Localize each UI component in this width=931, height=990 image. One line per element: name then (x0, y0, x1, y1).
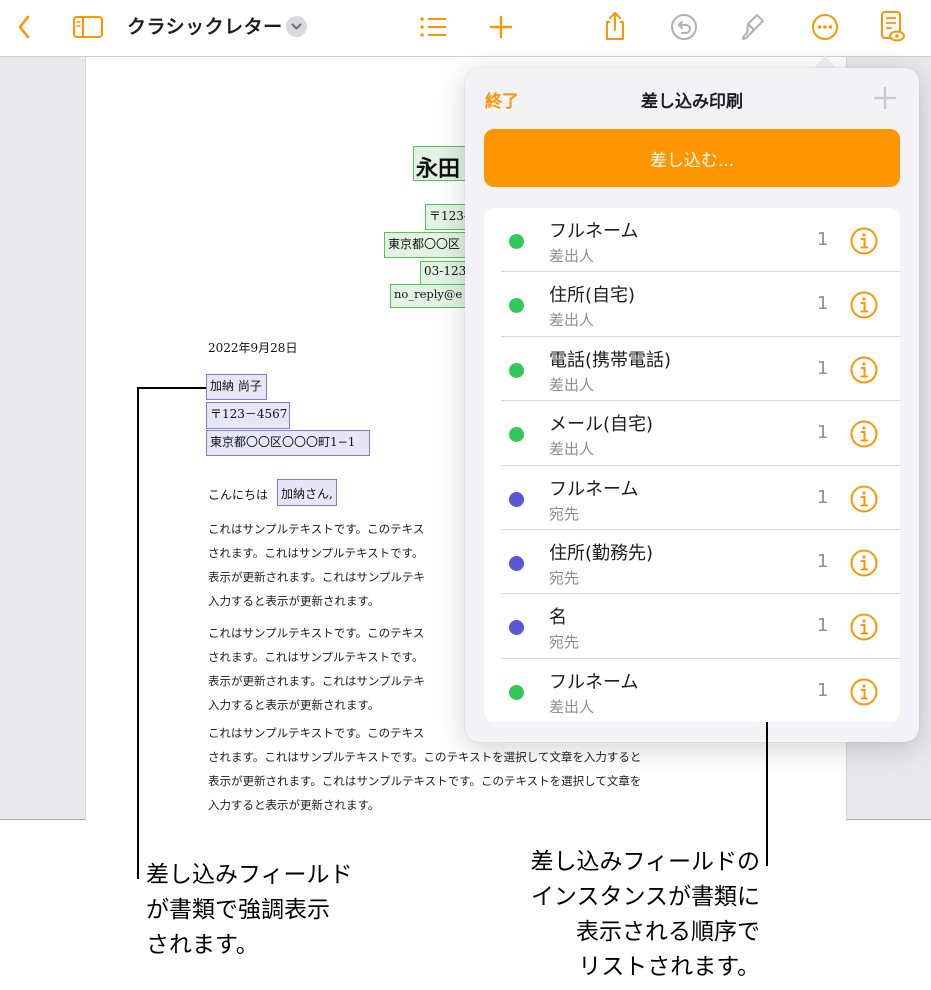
back-button[interactable] (10, 12, 38, 42)
field-count: 1 (817, 422, 829, 444)
sender-dot-icon (509, 234, 524, 249)
share-button[interactable] (600, 8, 630, 44)
field-label: 住所(勤務先) (549, 543, 654, 564)
merge-field-list: フルネーム 差出人 1 住所(自宅) 差出人 1 電話(携帯電話) 差出人 1 … (484, 208, 900, 722)
list-item[interactable]: フルネーム 差出人 1 (484, 208, 900, 273)
recipient-dot-icon (509, 556, 524, 571)
sender-dot-icon (509, 298, 524, 314)
field-source: 差出人 (549, 440, 595, 459)
greeting-text: こんにちは (208, 488, 269, 502)
add-button[interactable] (486, 12, 516, 42)
field-label: 名 (549, 607, 567, 629)
merge-field-recipient-name[interactable]: 加納 尚子 (206, 374, 267, 400)
field-source: 宛先 (549, 569, 580, 587)
merge-field-first-name[interactable]: 加納さん, (277, 479, 337, 506)
field-label: フルネーム (549, 478, 639, 500)
sidebar-button[interactable] (70, 12, 106, 42)
merge-field-sender-postal[interactable]: 〒123- (425, 204, 468, 230)
field-count: 1 (817, 679, 829, 701)
merge-field-recipient-address[interactable]: 東京都〇〇区〇〇〇町1−1 (206, 430, 370, 456)
list-item[interactable]: フルネーム 宛先 1 (484, 466, 900, 530)
leader-line (137, 387, 139, 879)
merge-button[interactable]: 差し込む... (484, 129, 900, 187)
merge-field-sender-name[interactable]: 永田 (413, 146, 468, 181)
leader-line (766, 722, 768, 866)
sender-dot-icon (509, 362, 524, 378)
field-source: 宛先 (549, 504, 580, 523)
info-icon[interactable] (849, 419, 879, 453)
format-button[interactable] (738, 10, 768, 44)
title-menu-button[interactable] (286, 16, 307, 37)
recipient-dot-icon (509, 620, 524, 636)
document-view-button[interactable] (876, 9, 908, 45)
recipient-dot-icon (509, 491, 524, 507)
merge-field-sender-email[interactable]: no_reply@e (390, 284, 468, 308)
info-icon[interactable] (849, 677, 879, 711)
more-button[interactable] (809, 11, 841, 43)
plus-icon (873, 86, 897, 110)
info-icon[interactable] (849, 548, 879, 582)
field-count: 1 (817, 357, 829, 379)
ellipsis-circle-icon (812, 14, 838, 40)
field-count: 1 (817, 486, 829, 508)
info-icon[interactable] (849, 612, 879, 646)
info-icon[interactable] (849, 355, 879, 389)
field-label: フルネーム (549, 671, 639, 693)
field-source: 差出人 (549, 311, 595, 330)
list-item[interactable]: 名 宛先 1 (484, 594, 900, 659)
merge-field-sender-phone[interactable]: 03-123 (420, 261, 468, 285)
info-icon[interactable] (849, 290, 879, 324)
list-item[interactable]: メール(自宅) 差出人 1 (484, 401, 900, 466)
plus-icon (489, 15, 513, 39)
list-icon (420, 17, 446, 37)
chevron-left-icon (18, 15, 30, 39)
list-item[interactable]: フルネーム 差出人 1 (484, 659, 900, 722)
field-label: フルネーム (549, 221, 639, 242)
mail-merge-popover: 終了 差し込み印刷 差し込む... フルネーム 差出人 1 住所(自宅) 差出人… (465, 68, 919, 742)
toolbar: クラシックレター (0, 0, 931, 56)
undo-icon (671, 14, 697, 40)
merge-field-sender-address[interactable]: 東京都〇〇区 (384, 232, 468, 258)
chevron-down-icon (291, 23, 302, 30)
field-count: 1 (817, 229, 829, 250)
field-label: メール(自宅) (549, 414, 654, 436)
field-count: 1 (817, 551, 829, 572)
list-button[interactable] (416, 12, 450, 42)
sidebar-icon (73, 16, 103, 38)
sender-dot-icon (509, 684, 524, 700)
share-icon (606, 12, 624, 40)
undo-button[interactable] (668, 12, 700, 42)
field-label: 電話(携帯電話) (549, 349, 672, 371)
paintbrush-icon (742, 14, 764, 40)
document-title[interactable]: クラシックレター (127, 12, 283, 39)
merge-field-recipient-postal[interactable]: 〒123－4567 (206, 402, 290, 429)
field-count: 1 (817, 615, 829, 637)
add-field-button[interactable] (873, 86, 897, 114)
field-source: 差出人 (549, 375, 595, 394)
field-source: 宛先 (549, 633, 580, 652)
popover-title: 差し込み印刷 (641, 92, 743, 112)
field-source: 差出人 (549, 247, 595, 265)
list-item[interactable]: 住所(自宅) 差出人 1 (484, 272, 900, 337)
callout-highlighted-fields: 差し込みフィールド が書類で強調表示 されます。 (146, 862, 353, 958)
field-count: 1 (817, 293, 829, 315)
info-icon[interactable] (849, 484, 879, 518)
list-item[interactable]: 電話(携帯電話) 差出人 1 (484, 337, 900, 402)
callout-field-order: 差し込みフィールドの インスタンスが書類に 表示される順序で リストされます。 (530, 849, 760, 980)
info-icon[interactable] (849, 226, 879, 260)
list-item[interactable]: 住所(勤務先) 宛先 1 (484, 530, 900, 595)
letter-date: 2022年9月28日 (208, 341, 298, 355)
document-view-icon (881, 11, 905, 42)
field-label: 住所(自宅) (549, 285, 636, 307)
sender-dot-icon (509, 427, 524, 443)
leader-line (137, 387, 206, 389)
field-source: 差出人 (549, 697, 595, 716)
